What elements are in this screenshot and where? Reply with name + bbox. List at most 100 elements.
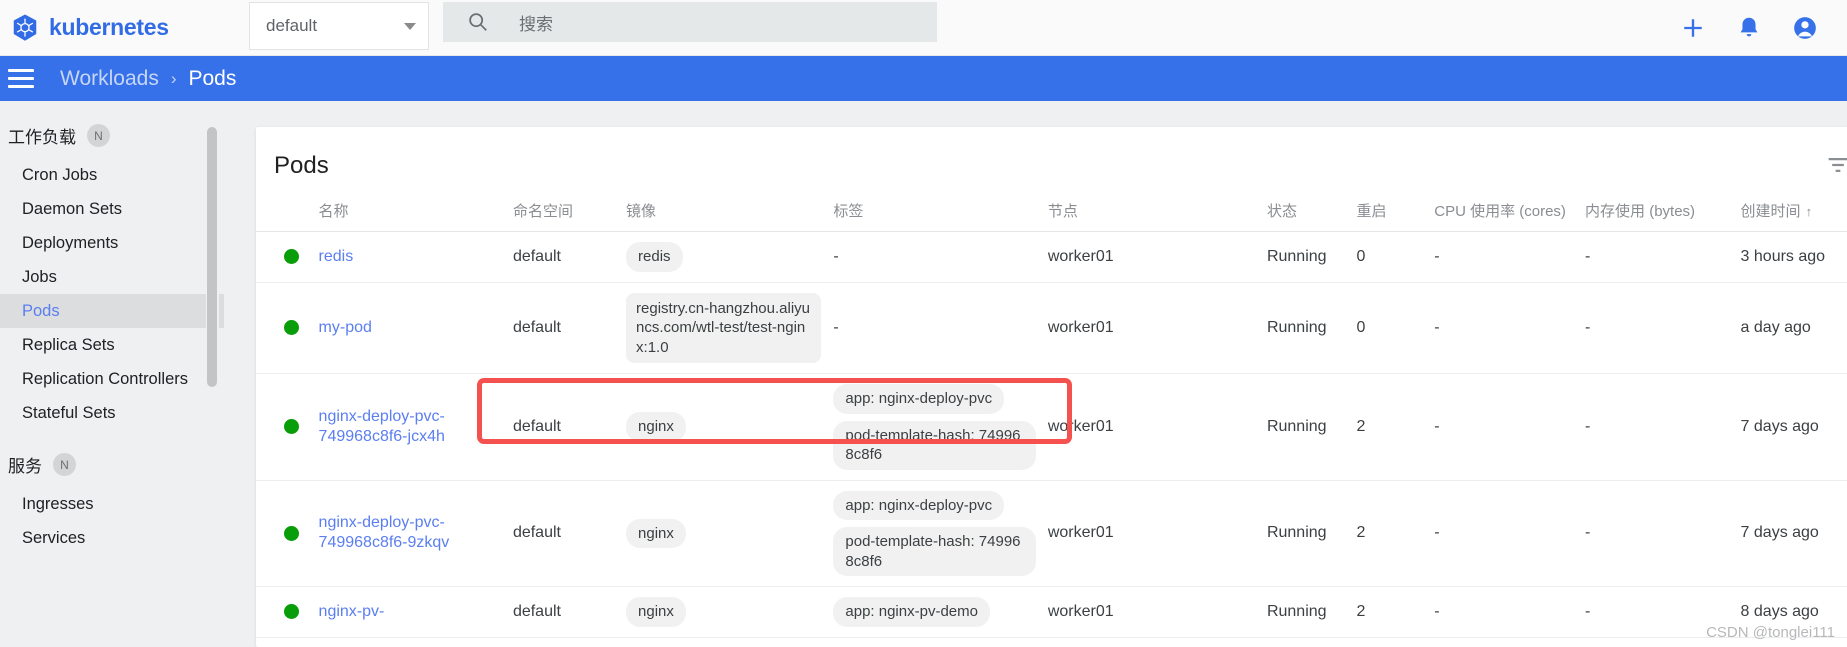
search-bar[interactable]: 搜索	[443, 2, 937, 42]
status-indicator-icon	[284, 249, 299, 265]
sidebar-item-services[interactable]: Services	[0, 521, 224, 555]
labels-cell: app: nginx-deploy-pvc pod-template-hash: …	[827, 480, 1042, 587]
namespace-cell: default	[506, 231, 621, 283]
namespace-cell: default	[506, 282, 621, 374]
sidebar-section-header: 服务 N	[0, 430, 224, 487]
sidebar-item-pods[interactable]: Pods	[0, 294, 224, 328]
table-header-cell[interactable]: 内存使用 (bytes)	[1579, 200, 1735, 232]
restarts-cell: 0	[1350, 282, 1429, 374]
table-header-cell[interactable]: 镜像	[620, 200, 828, 232]
pod-name-link[interactable]: nginx-deploy-pvc-749968c8f6-jcx4h	[319, 408, 445, 445]
table-row[interactable]: nginx-deploy-pvc-749968c8f6-jcx4h default…	[256, 373, 1847, 481]
cpu-usage-cell: -	[1428, 480, 1580, 587]
sidebar-item-jobs[interactable]: Jobs	[0, 260, 224, 294]
sidebar-item-daemon-sets[interactable]: Daemon Sets	[0, 192, 224, 226]
cpu-usage-cell: -	[1428, 282, 1580, 374]
label-chip: app: nginx-deploy-pvc	[833, 490, 1005, 520]
table-row[interactable]: nginx-pv-default nginx app: nginx-pv-demo w…	[256, 586, 1847, 638]
table-header-status	[256, 200, 313, 232]
breadcrumb-bar: Workloads › Pods	[0, 56, 1847, 101]
sidebar-item-label: Deployments	[22, 233, 119, 252]
sidebar-item-stateful-sets[interactable]: Stateful Sets	[0, 396, 224, 430]
account-circle-icon[interactable]	[1791, 14, 1819, 42]
search-icon	[469, 13, 487, 31]
memory-usage-cell: -	[1579, 282, 1735, 374]
table-row[interactable]: my-pod default registry.cn-hangzhou.aliyun…	[256, 282, 1847, 374]
pods-card: Pods 名称 命名空间 镜像 标签 节点 状态 重启 CPU 使用率 (cores) 内存使用…	[256, 127, 1847, 647]
pod-name-cell: nginx-deploy-pvc-749968c8f6-jcx4h	[312, 373, 507, 481]
node-cell: worker01	[1041, 586, 1261, 638]
top-bar: kubernetes default 搜索	[0, 0, 1847, 56]
restarts-cell: 2	[1350, 480, 1429, 587]
brand-logo[interactable]: kubernetes	[0, 13, 240, 43]
table-header-cell[interactable]: 重启	[1350, 200, 1429, 232]
pods-table: 名称 命名空间 镜像 标签 节点 状态 重启 CPU 使用率 (cores) 内存使用 (byt…	[256, 200, 1847, 638]
sidebar-item-replica-sets[interactable]: Replica Sets	[0, 328, 224, 362]
table-header-cell[interactable]: CPU 使用率 (cores)	[1428, 200, 1580, 232]
hamburger-menu-icon[interactable]	[8, 69, 34, 88]
namespace-cell: default	[506, 373, 621, 481]
sidebar-item-label: Replication Controllers	[22, 369, 188, 388]
node-cell: worker01	[1041, 231, 1261, 283]
sidebar-scrollbar-thumb[interactable]	[207, 127, 217, 387]
table-header-cell[interactable]: 创建时间 ↑	[1734, 200, 1847, 232]
created-time-cell: 7 days ago	[1734, 373, 1847, 481]
image-chip: nginx	[626, 518, 686, 548]
row-status-cell	[256, 282, 313, 374]
created-time-cell: a day ago	[1734, 282, 1847, 374]
pod-name-link[interactable]: my-pod	[319, 319, 372, 336]
plus-icon[interactable]	[1679, 14, 1707, 42]
sidebar-item-ingresses[interactable]: Ingresses	[0, 487, 224, 521]
sidebar-section-badge: N	[87, 124, 110, 147]
table-header-cell[interactable]: 状态	[1260, 200, 1351, 232]
pod-name-cell: nginx-deploy-pvc-749968c8f6-9zkqv	[312, 480, 507, 587]
table-body: redis default redis - worker01 Running 0- -3 ho…	[256, 231, 1847, 638]
hamburger-line	[8, 69, 34, 72]
sort-ascending-icon: ↑	[1805, 204, 1813, 219]
sidebar-item-cron-jobs[interactable]: Cron Jobs	[0, 158, 224, 192]
namespace-selected-value: default	[266, 16, 318, 35]
bell-icon[interactable]	[1735, 14, 1763, 42]
sidebar-item-replication-controllers[interactable]: Replication Controllers	[0, 362, 224, 396]
image-cell: nginx	[620, 373, 828, 481]
row-status-cell	[256, 586, 313, 638]
table-header-cell[interactable]: 名称	[312, 200, 507, 232]
sidebar-section-badge: N	[53, 453, 76, 476]
pod-name-cell: nginx-pv-	[312, 586, 507, 638]
table-header-cell[interactable]: 节点	[1041, 200, 1261, 232]
sidebar-item-label: Cron Jobs	[22, 165, 98, 184]
top-bar-actions	[1679, 0, 1837, 56]
sidebar-scrollbar[interactable]	[206, 101, 219, 647]
label-chip-stack: app: nginx-pv-demo	[833, 597, 1035, 627]
row-status-cell	[256, 231, 313, 283]
breadcrumb-parent[interactable]: Workloads	[60, 67, 159, 91]
filter-list-icon[interactable]	[1824, 151, 1847, 179]
breadcrumb-separator-icon: ›	[170, 68, 177, 88]
table-header-cell[interactable]: 标签	[827, 200, 1042, 232]
namespace-cell: default	[506, 480, 621, 587]
status-indicator-icon	[284, 419, 299, 435]
sidebar-section-header: 工作负载 N	[0, 101, 224, 158]
sidebar-item-deployments[interactable]: Deployments	[0, 226, 224, 260]
brand-name: kubernetes	[49, 14, 169, 40]
node-cell: worker01	[1041, 480, 1261, 587]
memory-usage-cell: -	[1579, 373, 1735, 481]
created-time-cell: 7 days ago	[1734, 480, 1847, 587]
kubernetes-dashboard: kubernetes default 搜索 Workloads › Pods 工…	[0, 0, 1847, 647]
table-row[interactable]: redis default redis - worker01 Running 0- -3 ho…	[256, 231, 1847, 283]
sidebar-item-label: Ingresses	[22, 494, 94, 513]
memory-usage-cell: -	[1579, 480, 1735, 587]
pod-name-link[interactable]: redis	[319, 248, 354, 265]
search-input[interactable]: 搜索	[519, 10, 553, 35]
namespace-selector[interactable]: default	[249, 2, 429, 50]
pod-name-link[interactable]: nginx-deploy-pvc-749968c8f6-9zkqv	[319, 514, 450, 551]
table-header-cell[interactable]: 命名空间	[506, 200, 621, 232]
pod-state-cell: Running	[1260, 480, 1351, 587]
image-chip: nginx	[626, 597, 686, 627]
table-row[interactable]: nginx-deploy-pvc-749968c8f6-9zkqv default…	[256, 480, 1847, 587]
image-cell: redis	[620, 231, 828, 283]
label-chip: pod-template-hash: 749968c8f6	[833, 420, 1036, 470]
pod-name-link[interactable]: nginx-pv-	[319, 603, 385, 620]
pod-name-cell: redis	[312, 231, 507, 283]
watermark: CSDN @tonglei111	[1706, 624, 1835, 641]
